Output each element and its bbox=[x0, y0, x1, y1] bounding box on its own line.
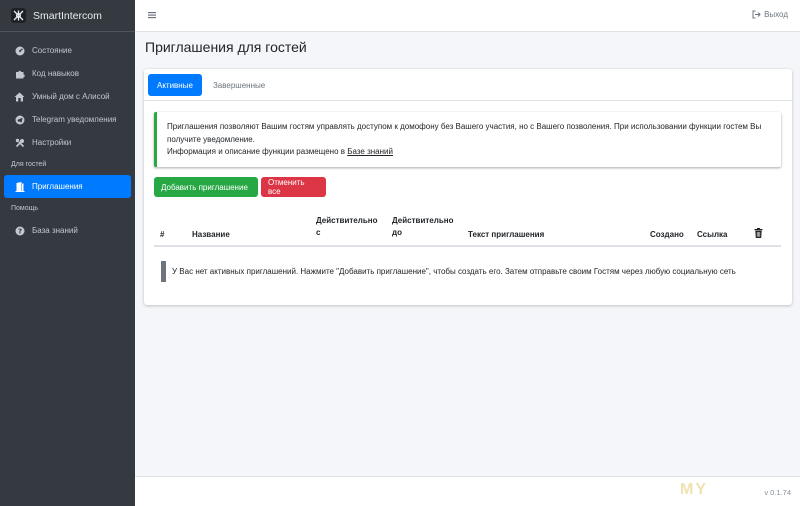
door-icon bbox=[14, 181, 25, 192]
app-version: v 0.1.74 bbox=[764, 488, 791, 497]
cancel-all-button[interactable]: Отменить все bbox=[261, 177, 326, 197]
logout-icon bbox=[752, 10, 761, 19]
add-invitation-button[interactable]: Добавить приглашение bbox=[154, 177, 258, 197]
sidebar-item-invitations[interactable]: Приглашения bbox=[4, 175, 131, 198]
table-header: # Название Действительно с Действительно… bbox=[154, 209, 781, 247]
tabs: Активные Завершенные bbox=[148, 74, 276, 96]
sidebar-item-label: Настройки bbox=[32, 138, 72, 147]
sidebar-item-telegram[interactable]: Telegram уведомления bbox=[4, 108, 131, 131]
sidebar: SmartIntercom Состояние Код навыков Умны… bbox=[0, 0, 135, 506]
tools-icon bbox=[14, 137, 25, 148]
sidebar-item-label: Приглашения bbox=[32, 182, 83, 191]
column-header-invitation-text: Текст приглашения bbox=[468, 230, 545, 239]
logout-button[interactable]: Выход bbox=[752, 10, 788, 19]
svg-text:?: ? bbox=[17, 227, 21, 235]
sidebar-item-label: Умный дом с Алисой bbox=[32, 92, 110, 101]
invitations-table: # Название Действительно с Действительно… bbox=[154, 209, 781, 282]
knowledge-base-link[interactable]: Базе знаний bbox=[347, 147, 393, 156]
top-navbar: Выход bbox=[135, 0, 800, 32]
sidebar-item-knowledge-base[interactable]: ? База знаний bbox=[4, 219, 131, 242]
dashboard-icon bbox=[14, 45, 25, 56]
sidebar-item-smart-home[interactable]: Умный дом с Алисой bbox=[4, 85, 131, 108]
column-header-link: Ссылка bbox=[697, 230, 728, 239]
sidebar-section-guests: Для гостей bbox=[11, 161, 47, 168]
tab-active[interactable]: Активные bbox=[148, 74, 202, 96]
brand-logo-icon bbox=[11, 8, 26, 23]
watermark: MY bbox=[680, 481, 708, 498]
sidebar-item-label: Код навыков bbox=[32, 69, 79, 78]
sidebar-section-help: Помощь bbox=[11, 205, 39, 212]
puzzle-icon bbox=[14, 68, 25, 79]
empty-state-row: У Вас нет активных приглашений. Нажмите … bbox=[161, 261, 736, 282]
tab-finished[interactable]: Завершенные bbox=[204, 74, 274, 96]
logout-label: Выход bbox=[764, 10, 788, 19]
sidebar-item-status[interactable]: Состояние bbox=[4, 39, 131, 62]
sidebar-item-label: Telegram уведомления bbox=[32, 115, 117, 124]
brand[interactable]: SmartIntercom bbox=[0, 0, 135, 32]
info-callout: Приглашения позволяют Вашим гостям управ… bbox=[154, 112, 781, 167]
sidebar-item-label: База знаний bbox=[32, 226, 78, 235]
tabs-divider bbox=[144, 100, 792, 101]
sidebar-nav: Состояние Код навыков Умный дом с Алисой… bbox=[0, 32, 135, 242]
sidebar-item-skills-code[interactable]: Код навыков bbox=[4, 62, 131, 85]
column-header-number: # bbox=[160, 230, 165, 239]
question-icon: ? bbox=[14, 225, 25, 236]
column-header-created: Создано bbox=[650, 230, 684, 239]
callout-text: Приглашения позволяют Вашим гостям управ… bbox=[167, 122, 762, 144]
column-header-valid-from: Действительно с bbox=[316, 216, 378, 237]
telegram-icon bbox=[14, 114, 25, 125]
home-icon bbox=[14, 91, 25, 102]
callout-info-prefix: Информация и описание функции размещено … bbox=[167, 147, 348, 156]
menu-toggle-icon[interactable] bbox=[147, 10, 157, 20]
page-title: Приглашения для гостей bbox=[145, 39, 307, 55]
column-header-valid-to: Действительно до bbox=[392, 216, 454, 237]
empty-state-message: У Вас нет активных приглашений. Нажмите … bbox=[172, 267, 736, 276]
invitations-card: Активные Завершенные Приглашения позволя… bbox=[144, 69, 792, 305]
brand-name: SmartIntercom bbox=[33, 9, 102, 22]
sidebar-item-settings[interactable]: Настройки bbox=[4, 131, 131, 154]
column-header-name: Название bbox=[192, 230, 230, 239]
empty-state-marker bbox=[161, 261, 166, 282]
callout-info-line: Информация и описание функции размещено … bbox=[167, 146, 771, 159]
trash-icon[interactable] bbox=[754, 228, 763, 242]
footer: MY v 0.1.74 bbox=[135, 476, 800, 506]
sidebar-item-label: Состояние bbox=[32, 46, 72, 55]
